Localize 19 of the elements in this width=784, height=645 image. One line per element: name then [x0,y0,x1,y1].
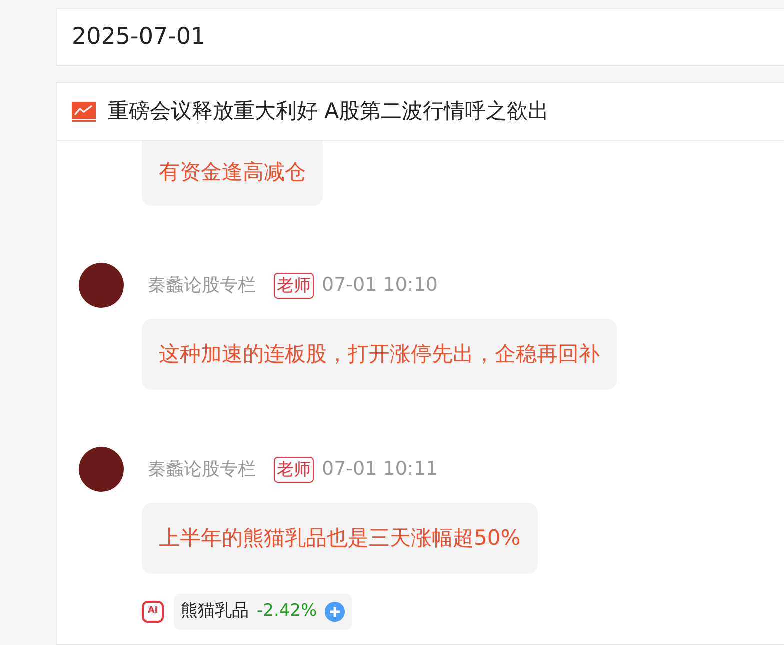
stock-chip[interactable]: 熊猫乳品 -2.42% [174,594,352,630]
date-heading: 2025-07-01 [72,22,206,52]
line-chart-icon [72,102,96,122]
message-bubble: 有资金逢高减仓 [142,141,323,206]
message-bubble: 上半年的熊猫乳品也是三天涨幅超50% [142,503,538,574]
author-name: 秦蠡论股专栏 [148,458,256,482]
stock-change: -2.42% [257,600,318,624]
avatar [79,263,124,308]
message-time: 07-01 10:11 [322,457,438,482]
ai-icon: AI [142,601,164,623]
message-time: 07-01 10:10 [322,273,438,298]
article-title: 重磅会议释放重大利好 A股第二波行情呼之欲出 [108,98,550,125]
avatar [79,447,124,492]
author-name: 秦蠡论股专栏 [148,274,256,298]
role-tag: 老师 [274,272,314,298]
role-tag: 老师 [274,456,314,482]
message-bubble: 这种加速的连板股，打开涨停先出，企稳再回补 [142,319,617,390]
stock-name: 熊猫乳品 [181,600,249,624]
add-icon[interactable] [325,602,346,622]
